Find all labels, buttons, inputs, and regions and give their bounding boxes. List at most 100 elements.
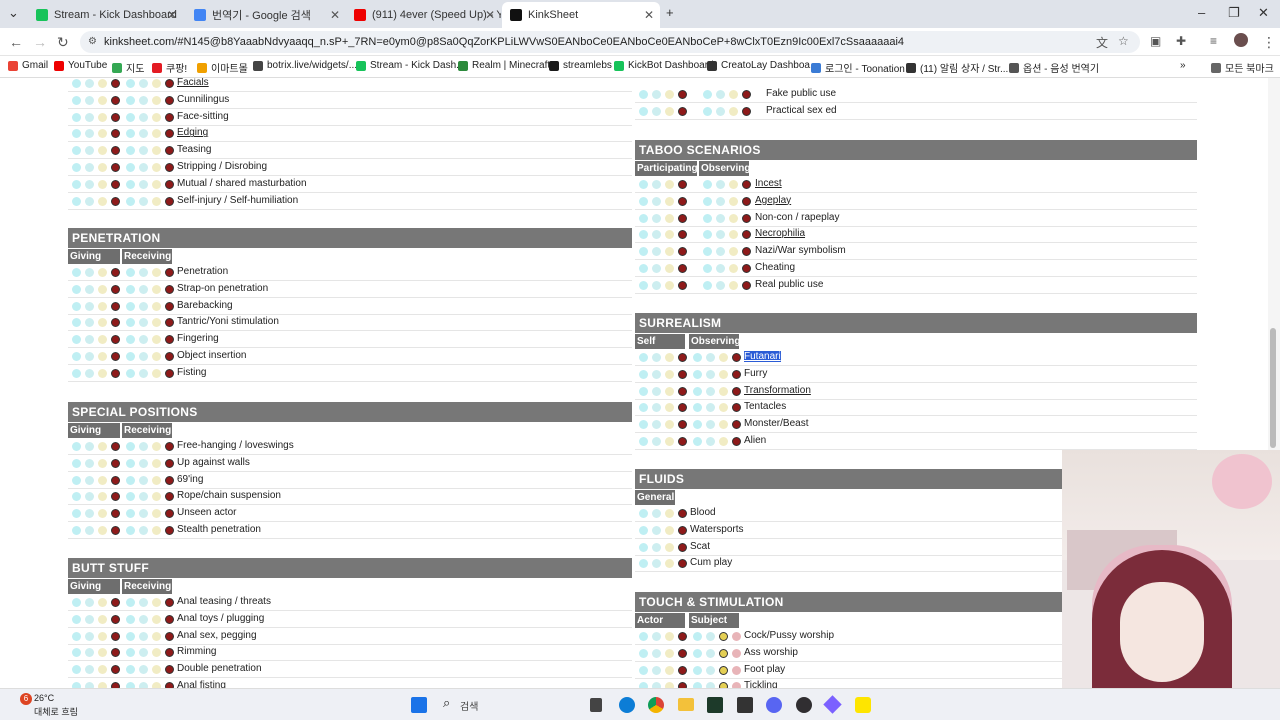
rating-dot[interactable] xyxy=(98,268,107,277)
rating-dot[interactable] xyxy=(152,301,161,311)
rating-dot[interactable] xyxy=(111,163,120,172)
discord-icon[interactable] xyxy=(766,697,782,713)
rating-dot[interactable] xyxy=(716,213,725,223)
rating-dot[interactable] xyxy=(719,420,728,430)
rating-dot[interactable] xyxy=(126,475,135,485)
rating-dot[interactable] xyxy=(732,648,741,658)
rating-dot[interactable] xyxy=(706,665,715,675)
rating-dot[interactable] xyxy=(139,509,148,519)
rating-dot[interactable] xyxy=(665,509,674,518)
rating-dot[interactable] xyxy=(111,335,120,345)
rating-dot[interactable] xyxy=(729,280,738,290)
rating-dot[interactable] xyxy=(665,106,674,116)
rating-dot[interactable] xyxy=(98,475,107,485)
rating-dot[interactable] xyxy=(165,79,174,88)
edge-icon[interactable] xyxy=(619,697,635,713)
rating-dot[interactable] xyxy=(85,284,94,294)
rating-dot[interactable] xyxy=(165,648,174,658)
rating-dot[interactable] xyxy=(72,301,81,311)
rating-dot[interactable] xyxy=(639,648,648,658)
rating-dot[interactable] xyxy=(85,631,94,641)
weather-desc[interactable]: 대체로 흐림 xyxy=(34,705,78,718)
rating-dot[interactable] xyxy=(742,106,751,116)
rating-dot[interactable] xyxy=(732,386,741,396)
rating-dot[interactable] xyxy=(678,230,687,240)
rating-dot[interactable] xyxy=(126,284,135,294)
rating-dot[interactable] xyxy=(729,247,738,257)
rating-dot[interactable] xyxy=(98,318,107,328)
rating-dot[interactable] xyxy=(652,264,661,273)
rating-dot[interactable] xyxy=(111,442,120,451)
rating-dot[interactable] xyxy=(139,284,148,294)
rating-dot[interactable] xyxy=(652,525,661,535)
rating-dot[interactable] xyxy=(665,525,674,535)
rating-dot[interactable] xyxy=(703,106,712,116)
bookmark-item[interactable]: botrix.live/widgets/... xyxy=(253,60,357,71)
rating-dot[interactable] xyxy=(126,112,135,122)
rating-dot[interactable] xyxy=(98,458,107,468)
rating-dot[interactable] xyxy=(729,230,738,240)
rating-dot[interactable] xyxy=(665,665,674,675)
rating-dot[interactable] xyxy=(85,179,94,189)
rating-dot[interactable] xyxy=(111,492,120,502)
rating-dot[interactable] xyxy=(152,509,161,519)
rating-dot[interactable] xyxy=(742,196,751,206)
rating-dot[interactable] xyxy=(706,369,715,379)
rating-dot[interactable] xyxy=(165,352,174,361)
rating-dot[interactable] xyxy=(111,196,120,206)
translate-icon[interactable]: 文 xyxy=(1096,34,1108,51)
rating-dot[interactable] xyxy=(732,665,741,675)
rating-dot[interactable] xyxy=(152,442,161,451)
rating-dot[interactable] xyxy=(72,598,81,607)
rating-dot[interactable] xyxy=(703,280,712,290)
rating-dot[interactable] xyxy=(665,542,674,552)
rating-dot[interactable] xyxy=(639,559,648,569)
rating-dot[interactable] xyxy=(165,146,174,156)
rating-dot[interactable] xyxy=(72,509,81,519)
rating-dot[interactable] xyxy=(98,614,107,624)
rating-dot[interactable] xyxy=(72,442,81,451)
rating-dot[interactable] xyxy=(742,213,751,223)
taskbar-search[interactable]: 검색 xyxy=(460,698,478,713)
terminal-icon[interactable] xyxy=(707,697,723,713)
rating-dot[interactable] xyxy=(716,230,725,240)
rating-dot[interactable] xyxy=(665,353,674,362)
site-info-icon[interactable]: ⚙ xyxy=(88,31,97,53)
rating-dot[interactable] xyxy=(111,526,120,535)
rating-dot[interactable] xyxy=(72,475,81,485)
rating-dot[interactable] xyxy=(126,196,135,206)
rating-dot[interactable] xyxy=(742,180,751,189)
bookmark-item[interactable]: Stream - Kick Dash... xyxy=(356,60,464,71)
bookmark-item[interactable]: Gmail xyxy=(8,60,48,71)
rating-dot[interactable] xyxy=(126,492,135,502)
rating-dot[interactable] xyxy=(72,112,81,122)
rating-dot[interactable] xyxy=(126,665,135,675)
rating-dot[interactable] xyxy=(139,631,148,641)
rating-dot[interactable] xyxy=(652,437,661,446)
tab-youtube[interactable]: (911) 4ever (Speed Up) - Y ✕ xyxy=(346,4,501,26)
obs-icon[interactable] xyxy=(796,697,812,713)
rating-dot[interactable] xyxy=(126,318,135,328)
rating-dot[interactable] xyxy=(639,420,648,430)
rating-dot[interactable] xyxy=(716,180,725,189)
bookmark-item[interactable]: KickBot Dashboard xyxy=(614,60,714,71)
minimize-icon[interactable]: – xyxy=(1198,5,1205,20)
rating-dot[interactable] xyxy=(716,196,725,206)
rating-dot[interactable] xyxy=(652,632,661,641)
rating-dot[interactable] xyxy=(665,437,674,446)
rating-dot[interactable] xyxy=(152,631,161,641)
rating-dot[interactable] xyxy=(126,598,135,607)
rating-dot[interactable] xyxy=(85,492,94,502)
rating-dot[interactable] xyxy=(126,509,135,519)
rating-dot[interactable] xyxy=(72,614,81,624)
rating-dot[interactable] xyxy=(652,369,661,379)
search-icon[interactable]: ⌕ xyxy=(443,695,450,711)
rating-dot[interactable] xyxy=(716,280,725,290)
close-icon[interactable]: ✕ xyxy=(644,8,654,22)
rating-dot[interactable] xyxy=(639,437,648,446)
rating-dot[interactable] xyxy=(126,368,135,378)
rating-dot[interactable] xyxy=(693,353,702,362)
rating-dot[interactable] xyxy=(72,352,81,361)
rating-dot[interactable] xyxy=(152,284,161,294)
rating-dot[interactable] xyxy=(111,458,120,468)
